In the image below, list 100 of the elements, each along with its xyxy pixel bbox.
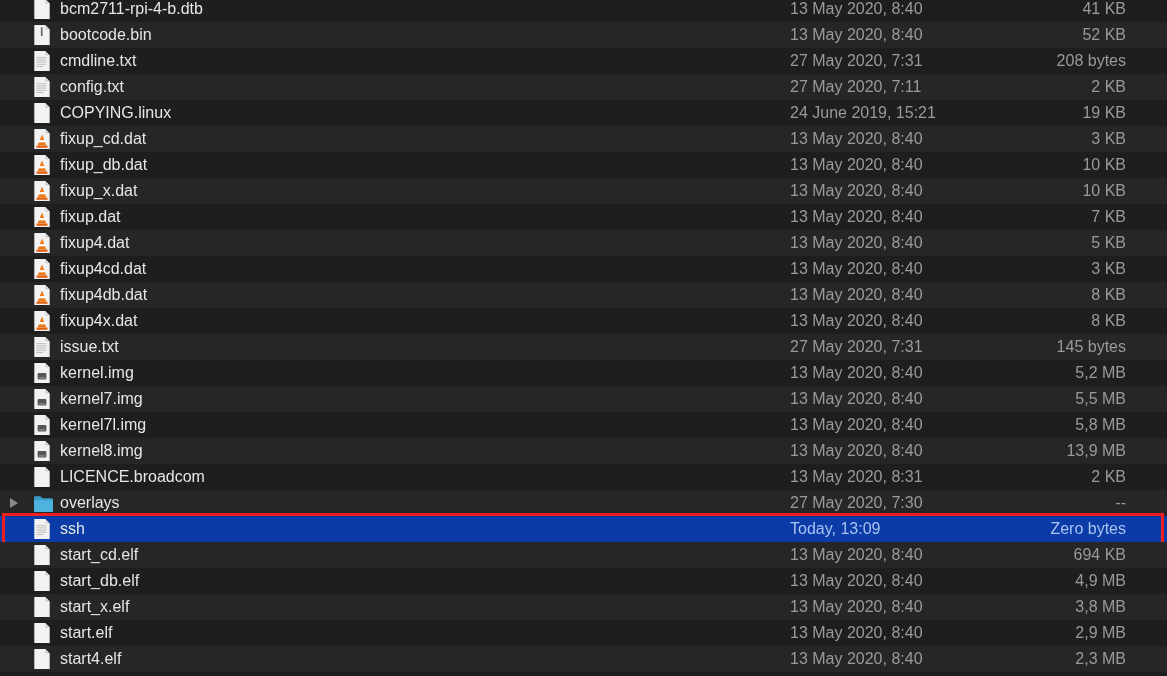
document-icon [33, 570, 51, 592]
file-size: 7 KB [1090, 208, 1126, 226]
file-row[interactable]: issue.txt 27 May 2020, 7:31 145 bytes [0, 334, 1167, 360]
modified-date: 27 May 2020, 7:31 [790, 52, 924, 70]
file-name: kernel7l.img [60, 416, 148, 434]
file-size: 2 KB [1090, 468, 1126, 486]
disclosure-triangle-icon[interactable] [9, 497, 19, 509]
file-row[interactable]: fixup_cd.dat 13 May 2020, 8:40 3 KB [0, 126, 1167, 152]
file-name: fixup4db.dat [60, 286, 149, 304]
text-file-icon [33, 50, 51, 72]
traffic-cone-file-icon [33, 180, 51, 202]
file-size: 2 KB [1090, 78, 1126, 96]
text-file-icon [33, 336, 51, 358]
file-row[interactable]: config.txt 27 May 2020, 7:11 2 KB [0, 74, 1167, 100]
file-name: cmdline.txt [60, 52, 138, 70]
file-name: ssh [60, 520, 86, 538]
file-name: fixup_db.dat [60, 156, 149, 174]
file-size: 8 KB [1090, 312, 1126, 330]
file-row[interactable]: start_cd.elf 13 May 2020, 8:40 694 KB [0, 542, 1167, 568]
binary-file-icon [33, 24, 51, 46]
file-size: 145 bytes [1055, 338, 1126, 356]
file-row[interactable]: ssh Today, 13:09 Zero bytes [0, 516, 1167, 542]
document-icon [33, 102, 51, 124]
traffic-cone-file-icon [33, 258, 51, 280]
file-size: 3 KB [1090, 130, 1126, 148]
disk-image-file-icon [33, 362, 51, 384]
file-size: 5,5 MB [1074, 390, 1126, 408]
document-icon [33, 622, 51, 644]
file-name: bcm2711-rpi-4-b.dtb [60, 0, 204, 18]
file-name: start4.elf [60, 650, 123, 668]
file-row[interactable]: overlays 27 May 2020, 7:30 -- [0, 490, 1167, 516]
file-row[interactable]: fixup4db.dat 13 May 2020, 8:40 8 KB [0, 282, 1167, 308]
modified-date: 13 May 2020, 8:31 [790, 468, 924, 486]
modified-date: 13 May 2020, 8:40 [790, 208, 924, 226]
modified-date: 13 May 2020, 8:40 [790, 624, 924, 642]
modified-date: 13 May 2020, 8:40 [790, 0, 924, 18]
file-name: COPYING.linux [60, 104, 173, 122]
traffic-cone-file-icon [33, 310, 51, 332]
file-size: 3,8 MB [1074, 598, 1126, 616]
modified-date: 13 May 2020, 8:40 [790, 364, 924, 382]
disk-image-file-icon [33, 414, 51, 436]
file-row[interactable]: kernel7.img 13 May 2020, 8:40 5,5 MB [0, 386, 1167, 412]
file-name: fixup_cd.dat [60, 130, 148, 148]
modified-date: Today, 13:09 [790, 520, 882, 538]
modified-date: 24 June 2019, 15:21 [790, 104, 937, 122]
file-size: 2,3 MB [1074, 650, 1126, 668]
file-name: fixup.dat [60, 208, 122, 226]
modified-date: 27 May 2020, 7:31 [790, 338, 924, 356]
modified-date: 13 May 2020, 8:40 [790, 442, 924, 460]
file-row[interactable]: start4.elf 13 May 2020, 8:40 2,3 MB [0, 646, 1167, 672]
file-name: config.txt [60, 78, 126, 96]
modified-date: 13 May 2020, 8:40 [790, 416, 924, 434]
file-size: 5,2 MB [1074, 364, 1126, 382]
modified-date: 13 May 2020, 8:40 [790, 286, 924, 304]
file-row[interactable]: fixup4.dat 13 May 2020, 8:40 5 KB [0, 230, 1167, 256]
file-name: fixup_x.dat [60, 182, 139, 200]
modified-date: 13 May 2020, 8:40 [790, 598, 924, 616]
traffic-cone-file-icon [33, 154, 51, 176]
file-name: start_db.elf [60, 572, 141, 590]
file-size: 694 KB [1072, 546, 1126, 564]
file-size: 52 KB [1081, 26, 1126, 44]
file-name: start_cd.elf [60, 546, 140, 564]
disk-image-file-icon [33, 440, 51, 462]
modified-date: 13 May 2020, 8:40 [790, 182, 924, 200]
file-row[interactable]: start_x.elf 13 May 2020, 8:40 3,8 MB [0, 594, 1167, 620]
file-size: Zero bytes [1049, 520, 1126, 538]
traffic-cone-file-icon [33, 284, 51, 306]
modified-date: 13 May 2020, 8:40 [790, 260, 924, 278]
file-name: fixup4cd.dat [60, 260, 148, 278]
file-size: 4,9 MB [1074, 572, 1126, 590]
modified-date: 13 May 2020, 8:40 [790, 312, 924, 330]
modified-date: 27 May 2020, 7:30 [790, 494, 924, 512]
file-row[interactable]: bootcode.bin 13 May 2020, 8:40 52 KB [0, 22, 1167, 48]
traffic-cone-file-icon [33, 128, 51, 150]
file-name: kernel7.img [60, 390, 144, 408]
file-size: 8 KB [1090, 286, 1126, 304]
file-row[interactable]: kernel8.img 13 May 2020, 8:40 13,9 MB [0, 438, 1167, 464]
modified-date: 13 May 2020, 8:40 [790, 26, 924, 44]
file-size: 19 KB [1081, 104, 1126, 122]
document-icon [33, 0, 51, 20]
file-name: start.elf [60, 624, 114, 642]
file-name: issue.txt [60, 338, 120, 356]
document-icon [33, 648, 51, 670]
file-name: kernel8.img [60, 442, 144, 460]
modified-date: 13 May 2020, 8:40 [790, 390, 924, 408]
file-name: overlays [60, 494, 121, 512]
modified-date: 13 May 2020, 8:40 [790, 234, 924, 252]
modified-date: 27 May 2020, 7:11 [790, 78, 923, 96]
file-name: fixup4.dat [60, 234, 131, 252]
disk-image-file-icon [33, 388, 51, 410]
file-size: 10 KB [1081, 156, 1126, 174]
document-icon [33, 596, 51, 618]
traffic-cone-file-icon [33, 232, 51, 254]
file-size: 2,9 MB [1074, 624, 1126, 642]
modified-date: 13 May 2020, 8:40 [790, 546, 924, 564]
file-name: bootcode.bin [60, 26, 153, 44]
file-name: kernel.img [60, 364, 135, 382]
file-row[interactable]: fixup_x.dat 13 May 2020, 8:40 10 KB [0, 178, 1167, 204]
file-size: 5,8 MB [1074, 416, 1126, 434]
text-file-icon [33, 518, 51, 540]
